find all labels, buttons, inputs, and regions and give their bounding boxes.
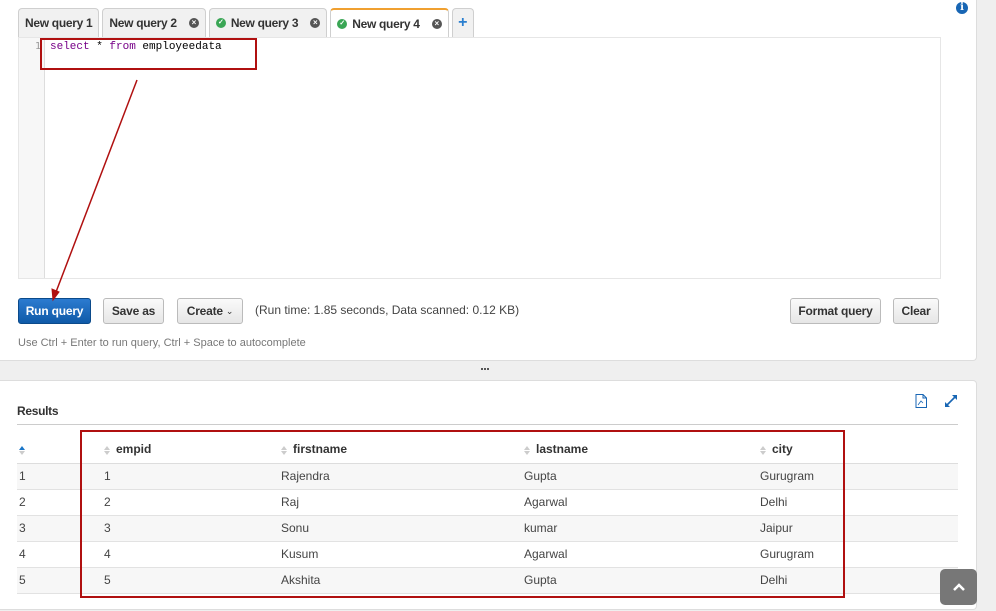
close-icon[interactable]: × [310,18,321,28]
tab-label: New query 2 [109,16,177,30]
format-query-button[interactable]: Format query [790,298,881,324]
annotation-box-query [40,38,257,70]
tab-label: New query 4 [352,17,420,31]
tab-new-query-4[interactable]: ✓ New query 4 × [330,8,449,38]
run-query-button[interactable]: Run query [18,298,91,324]
check-icon: ✓ [337,19,348,29]
add-tab-button[interactable]: + [451,8,474,37]
run-stats: (Run time: 1.85 seconds, Data scanned: 0… [255,303,520,317]
tab-new-query-1[interactable]: New query 1 [18,8,100,37]
keyboard-hint: Use Ctrl + Enter to run query, Ctrl + Sp… [18,337,306,349]
tab-label: New query 3 [230,16,299,30]
close-icon[interactable]: × [188,18,199,28]
clear-button[interactable]: Clear [893,298,939,324]
divider [17,424,958,425]
create-label: Create [186,304,223,318]
download-file-icon[interactable] [915,394,927,408]
chevron-up-icon [952,583,965,591]
plus-icon: + [458,14,468,31]
sql-editor[interactable]: 1 select * from employeedata [18,37,941,279]
query-tabs: New query 1 New query 2 × ✓ New query 3 … [18,8,477,38]
scroll-to-top-button[interactable] [940,569,977,605]
create-dropdown-button[interactable]: Create ⌄ [177,298,243,324]
save-as-button[interactable]: Save as [103,298,164,324]
check-icon: ✓ [215,18,226,28]
tab-label: New query 1 [25,16,93,30]
line-gutter: 1 [19,38,45,278]
annotation-box-results [80,430,845,598]
expand-icon[interactable] [944,394,958,408]
sort-icon[interactable] [19,445,25,455]
tab-new-query-2[interactable]: New query 2 × [102,8,206,37]
results-title: Results [17,404,59,418]
close-icon[interactable]: × [431,19,442,29]
chevron-down-icon: ⌄ [225,305,234,316]
panel-resize-handle[interactable] [481,368,489,371]
info-icon[interactable]: i [956,2,968,14]
tab-new-query-3[interactable]: ✓ New query 3 × [208,8,328,37]
